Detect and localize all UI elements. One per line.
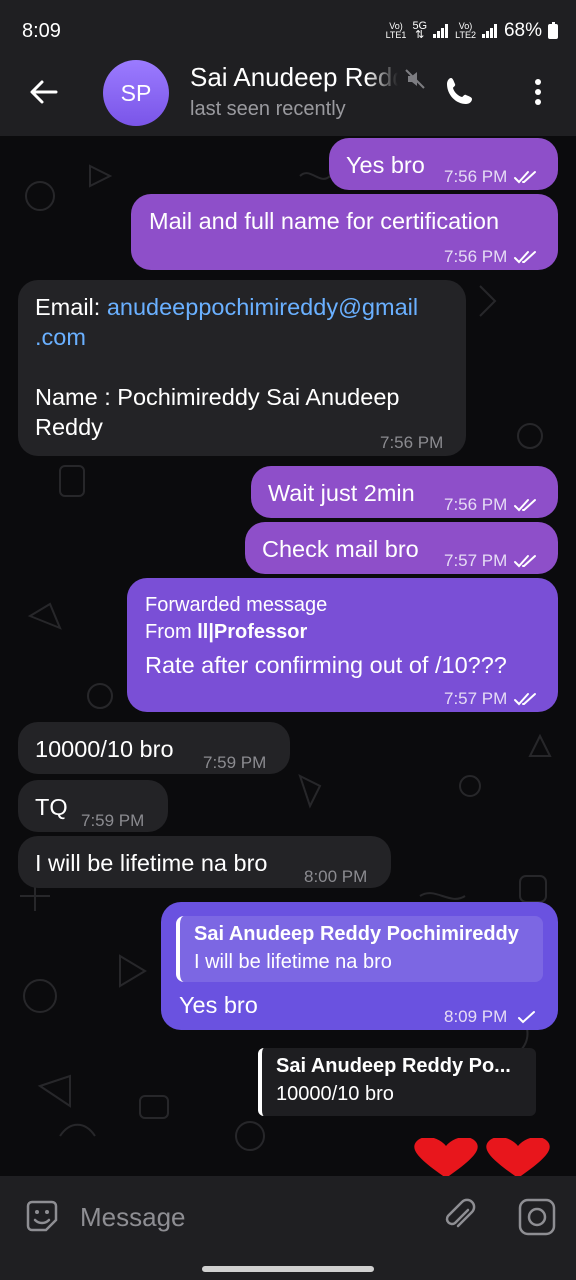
name-line: Name : Pochimireddy Sai Anudeep (35, 384, 400, 410)
home-gesture-handle[interactable] (202, 1266, 374, 1272)
attach-paperclip-icon[interactable] (440, 1196, 480, 1236)
sim1-indicator: Vo) LTE1 (385, 21, 407, 40)
contact-name[interactable]: Sai Anudeep Reddy Pochimireddy (190, 62, 398, 93)
message-meta: 8:00 PM (304, 862, 367, 892)
system-nav-bar (0, 1258, 576, 1280)
sim2-indicator: Vo) LTE2 (455, 21, 476, 40)
message-text: Wait just 2min (268, 480, 415, 506)
battery-icon (548, 21, 558, 39)
email-label: Email: (35, 294, 107, 320)
status-time: 8:09 (22, 20, 61, 42)
message-text: Email: anudeeppochimireddy@gmail .com Na… (35, 292, 418, 442)
network-5g-indicator: 5G ⇅ (412, 20, 428, 41)
phone-call-icon[interactable] (443, 74, 477, 108)
hearts-sticker[interactable] (410, 1138, 554, 1176)
message-meta: 7:56 PM (444, 242, 541, 272)
forwarded-from-name[interactable]: ll|Professor (197, 621, 307, 643)
message-time: 8:09 PM (444, 1007, 508, 1026)
message-bubble-incoming[interactable]: 10000/10 bro 7:59 PM (18, 722, 290, 774)
message-time: 7:57 PM (444, 689, 508, 708)
camera-icon[interactable] (516, 1196, 558, 1238)
avatar[interactable]: SP (103, 60, 169, 126)
message-meta: 7:57 PM (444, 684, 541, 714)
name-line-continued: Reddy (35, 414, 103, 440)
message-time: 8:00 PM (304, 867, 368, 886)
reply-sender-name: Sai Anudeep Reddy Pochimireddy (194, 923, 519, 945)
message-bubble-incoming[interactable]: I will be lifetime na bro 8:00 PM (18, 836, 391, 888)
signal-icon (433, 24, 449, 38)
signal-icon-2 (481, 24, 498, 38)
message-bubble-reply[interactable]: Sai Anudeep Reddy Pochimireddy I will be… (161, 902, 558, 1030)
double-check-icon (514, 555, 537, 568)
double-check-icon (514, 693, 537, 706)
status-bar: 8:09 Vo) LTE1 5G ⇅ Vo) LTE2 68% (0, 0, 576, 56)
email-link-continued[interactable]: .com (35, 322, 418, 352)
message-meta: 7:59 PM (81, 806, 144, 836)
email-link[interactable]: anudeeppochimireddy@gmail (107, 294, 418, 320)
reply-sender-name: Sai Anudeep Reddy Po... (276, 1055, 511, 1077)
battery-percent: 68% (503, 20, 542, 41)
reply-quoted-text: I will be lifetime na bro (194, 951, 392, 973)
message-bubble-forwarded[interactable]: Forwarded message From ll|Professor Rate… (127, 578, 558, 712)
message-text: I will be lifetime na bro (35, 850, 268, 876)
forwarded-from-prefix: From (145, 621, 198, 643)
message-bubble-outgoing[interactable]: Mail and full name for certification 7:5… (131, 194, 558, 270)
double-check-icon (514, 251, 537, 264)
message-bubble-outgoing[interactable]: Check mail bro 7:57 PM (245, 522, 558, 574)
message-bubble-incoming[interactable]: Email: anudeeppochimireddy@gmail .com Na… (18, 280, 466, 456)
message-bubble-incoming[interactable]: TQ 7:59 PM (18, 780, 168, 832)
muted-icon (405, 69, 425, 89)
message-time: 7:56 PM (444, 167, 508, 186)
forwarded-label: Forwarded message (145, 594, 328, 616)
message-input-bar: Message (0, 1176, 576, 1258)
message-time: 7:56 PM (444, 495, 508, 514)
message-text: Rate after confirming out of /10??? (145, 652, 507, 678)
chat-area[interactable]: Yes bro 7:56 PM Mail and full name for c… (0, 136, 576, 1176)
message-bubble-outgoing[interactable]: Wait just 2min 7:56 PM (251, 466, 558, 518)
message-meta: 7:56 PM (380, 428, 443, 458)
status-icons: Vo) LTE1 5G ⇅ Vo) LTE2 68% (386, 20, 558, 42)
message-input[interactable]: Message (80, 1202, 186, 1233)
message-text: 10000/10 bro (35, 736, 174, 762)
single-check-icon (518, 1011, 536, 1024)
message-text: TQ (35, 794, 68, 820)
double-check-icon (514, 171, 537, 184)
message-time: 7:59 PM (81, 811, 145, 830)
message-text: Yes bro (346, 152, 425, 178)
message-bubble-outgoing[interactable]: Yes bro 7:56 PM (329, 138, 558, 190)
sticker-reply-preview[interactable]: Sai Anudeep Reddy Po... 10000/10 bro (258, 1048, 536, 1116)
forwarded-from: From ll|Professor (145, 619, 327, 646)
emoji-sticker-icon[interactable] (22, 1196, 62, 1236)
double-check-icon (514, 499, 537, 512)
message-meta: 7:56 PM (444, 162, 541, 192)
forwarded-header: Forwarded message From ll|Professor (145, 592, 327, 646)
message-time: 7:56 PM (380, 433, 444, 452)
message-meta: 7:59 PM (203, 748, 266, 778)
message-meta: 7:56 PM (444, 490, 541, 520)
more-options-icon[interactable] (524, 74, 552, 110)
reply-quoted-text: 10000/10 bro (276, 1083, 394, 1105)
reply-quote[interactable]: Sai Anudeep Reddy Pochimireddy I will be… (176, 916, 543, 982)
chat-header: SP Sai Anudeep Reddy Pochimireddy last s… (0, 56, 576, 136)
back-arrow-icon[interactable] (26, 74, 62, 110)
message-meta: 8:09 PM (444, 1002, 541, 1032)
message-meta: 7:57 PM (444, 546, 541, 576)
last-seen-status: last seen recently (190, 98, 346, 120)
message-time: 7:57 PM (444, 551, 508, 570)
message-text: Mail and full name for certification (149, 208, 500, 234)
message-time: 7:59 PM (203, 753, 267, 772)
message-text: Check mail bro (262, 536, 419, 562)
message-time: 7:56 PM (444, 247, 508, 266)
message-text: Yes bro (179, 992, 258, 1018)
